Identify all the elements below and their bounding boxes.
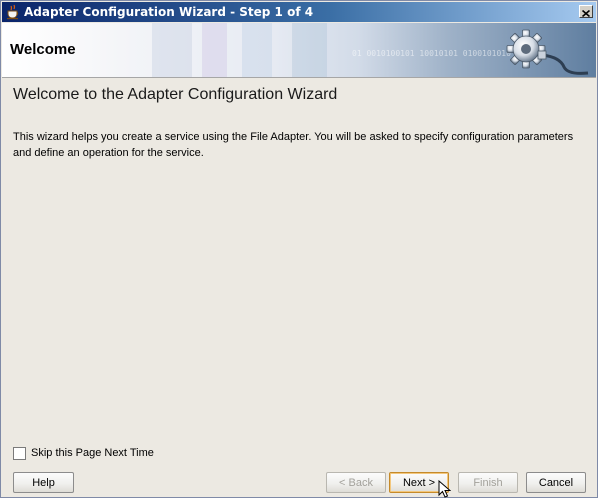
banner-decoration [242,23,272,77]
close-button[interactable] [579,5,593,18]
banner-decoration [152,23,192,77]
back-button-label: < Back [339,476,373,489]
page-description: This wizard helps you create a service u… [13,131,574,159]
back-button[interactable]: < Back [326,472,386,493]
finish-button[interactable]: Finish [458,472,518,493]
mouse-pointer-icon [438,479,452,498]
title-bar[interactable]: Adapter Configuration Wizard - Step 1 of… [2,2,596,22]
help-button[interactable]: Help [13,472,74,493]
skip-page-label-text: Skip this Page Next Time [31,447,154,459]
finish-button-label: Finish [473,476,503,489]
binary-decoration: 01 0010100101 10010101 0100101010 [352,49,511,58]
skip-page-label[interactable]: Skip this Page Next Time [31,447,154,459]
next-button-label: Next > [402,476,436,489]
java-cup-icon [5,4,21,20]
gear-plug-icon [498,25,590,77]
banner-title: Welcome [10,41,76,58]
window-title: Adapter Configuration Wizard - Step 1 of… [24,5,314,19]
wizard-banner: Welcome 01 0010100101 10010101 010010101… [2,23,596,78]
wizard-dialog: Adapter Configuration Wizard - Step 1 of… [0,0,598,498]
page-heading: Welcome to the Adapter Configuration Wiz… [13,86,338,103]
skip-page-option[interactable]: Skip this Page Next Time [13,446,154,460]
skip-page-checkbox[interactable] [13,446,26,460]
banner-decoration [292,23,327,77]
cancel-button[interactable]: Cancel [526,472,586,493]
banner-decoration [202,23,227,77]
help-button-label: Help [32,476,55,489]
cancel-button-label: Cancel [538,476,574,489]
close-x-icon [581,2,591,21]
